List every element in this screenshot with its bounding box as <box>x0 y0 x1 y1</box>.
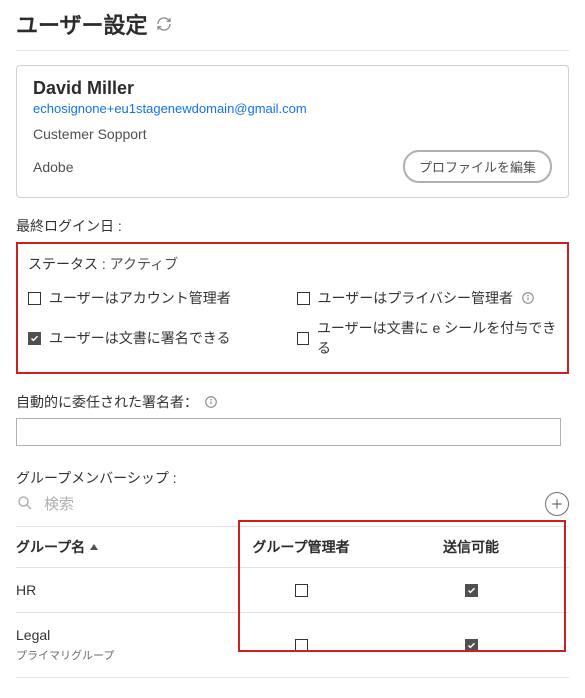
permission-checkbox[interactable] <box>297 332 309 345</box>
status-value: アクティブ <box>110 256 178 272</box>
permission-item: ユーザーは文書に署名できる <box>28 318 289 358</box>
group-search[interactable] <box>16 494 545 515</box>
status-label: ステータス <box>28 256 106 272</box>
info-icon[interactable] <box>204 395 218 409</box>
permissions-grid: ユーザーはアカウント管理者 ユーザーはプライバシー管理者 ユーザーは文書に署名で… <box>28 288 557 358</box>
table-row[interactable]: Legalプライマリグループ <box>16 613 569 678</box>
permission-label: ユーザーはプライバシー管理者 <box>318 288 513 308</box>
permission-label: ユーザーは文書に署名できる <box>49 328 230 348</box>
groups-table: グループ名 グループ管理者 送信可能 HR Legalプライマリグループ <box>16 526 569 678</box>
user-email[interactable]: echosignone+eu1stagenewdomain@gmail.com <box>33 101 552 116</box>
status-box: ステータス アクティブ ユーザーはアカウント管理者 ユーザーはプライバシー管理者… <box>16 242 569 374</box>
sort-asc-icon <box>89 539 99 555</box>
col-can-send[interactable]: 送信可能 <box>386 537 556 557</box>
table-header: グループ名 グループ管理者 送信可能 <box>16 526 569 568</box>
permission-item: ユーザーはプライバシー管理者 <box>297 288 558 308</box>
primary-group-tag: プライマリグループ <box>16 647 216 663</box>
title-bar: ユーザー設定 <box>16 8 569 51</box>
user-card: David Miller echosignone+eu1stagenewdoma… <box>16 65 569 198</box>
col-group-name[interactable]: グループ名 <box>16 537 216 557</box>
last-login-label: 最終ログイン日 <box>16 216 569 236</box>
refresh-icon[interactable] <box>156 16 172 32</box>
user-company: Adobe <box>33 159 73 175</box>
auto-delegate-row: 自動的に委任された署名者： <box>16 392 569 412</box>
info-icon[interactable] <box>521 291 535 305</box>
group-search-input[interactable] <box>42 495 242 514</box>
user-name: David Miller <box>33 78 552 99</box>
page-title: ユーザー設定 <box>16 8 148 40</box>
edit-profile-button[interactable]: プロファイルを編集 <box>403 150 552 183</box>
group-admin-checkbox[interactable] <box>295 639 308 652</box>
permission-item: ユーザーはアカウント管理者 <box>28 288 289 308</box>
permission-checkbox[interactable] <box>297 292 310 305</box>
group-name-cell: HR <box>16 582 216 598</box>
group-membership-label: グループメンバーシップ <box>16 468 569 488</box>
add-group-button[interactable] <box>545 492 569 516</box>
status-row: ステータス アクティブ <box>28 254 557 274</box>
permission-label: ユーザーは文書に e シールを付与できる <box>317 318 557 358</box>
permission-checkbox[interactable] <box>28 292 41 305</box>
permission-item: ユーザーは文書に e シールを付与できる <box>297 318 558 358</box>
can-send-checkbox[interactable] <box>465 584 478 597</box>
can-send-checkbox[interactable] <box>465 639 478 652</box>
table-row[interactable]: HR <box>16 568 569 613</box>
permission-checkbox[interactable] <box>28 332 41 345</box>
permission-label: ユーザーはアカウント管理者 <box>49 288 231 308</box>
auto-delegate-input[interactable] <box>16 418 561 446</box>
user-role: Custemer Sopport <box>33 126 552 142</box>
group-admin-checkbox[interactable] <box>295 584 308 597</box>
col-group-admin[interactable]: グループ管理者 <box>216 537 386 557</box>
search-icon <box>16 494 34 515</box>
group-name-cell: Legalプライマリグループ <box>16 627 216 663</box>
auto-delegate-label: 自動的に委任された署名者： <box>16 392 198 412</box>
